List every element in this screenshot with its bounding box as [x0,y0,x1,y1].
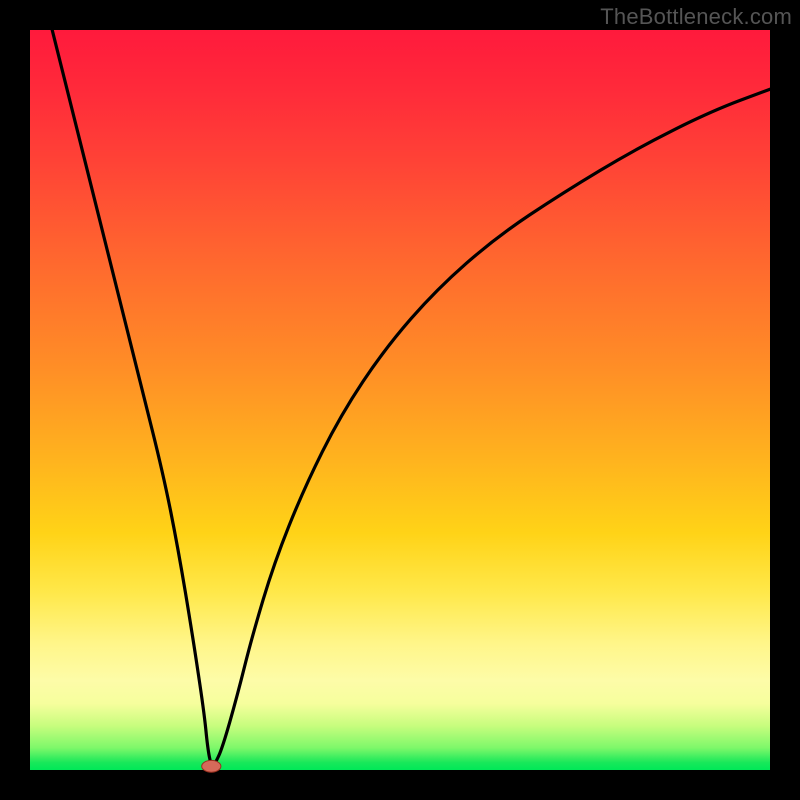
minimum-marker [202,760,221,772]
watermark-text: TheBottleneck.com [600,4,792,30]
plot-area [30,30,770,770]
bottleneck-curve [52,30,770,765]
chart-svg [30,30,770,770]
chart-frame: TheBottleneck.com [0,0,800,800]
